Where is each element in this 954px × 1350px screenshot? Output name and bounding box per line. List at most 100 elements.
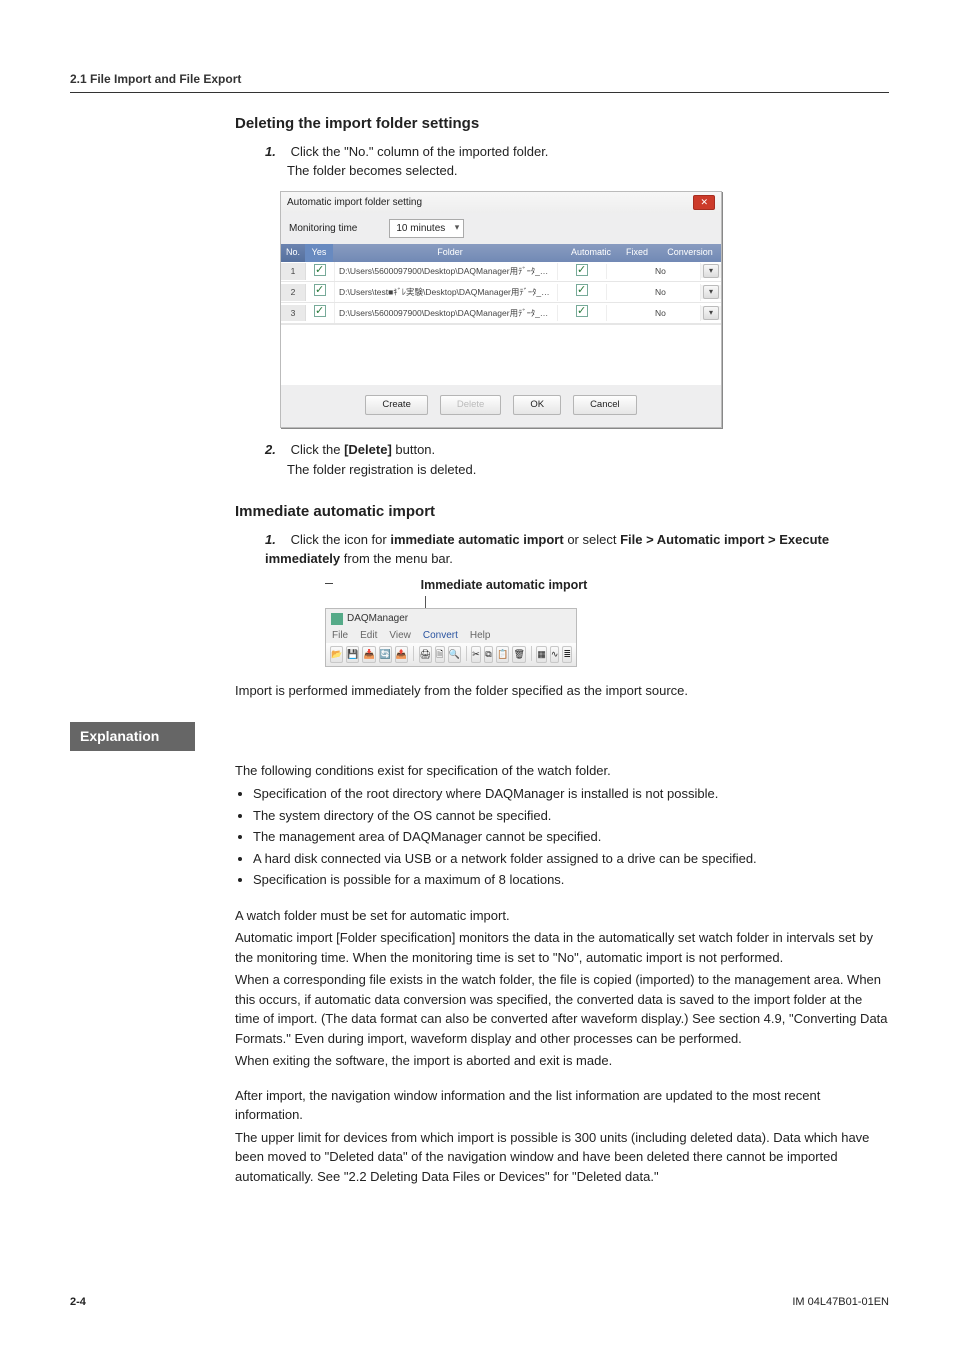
running-header: 2.1 File Import and File Export <box>70 70 889 93</box>
app-icon <box>331 613 343 625</box>
toolbar-icon-open[interactable]: 📂 <box>330 646 343 663</box>
dialog-title: Automatic import folder setting <box>287 195 422 210</box>
col-conversion: Conversion <box>659 244 721 262</box>
menu-edit[interactable]: Edit <box>360 628 377 643</box>
table-row[interactable]: 1 D:\Users\5600097900\Desktop\DAQManager用… <box>281 262 721 283</box>
step-number-1: 1. <box>265 142 287 162</box>
page-number: 2-4 <box>70 1294 86 1311</box>
toolbar-icon-wave[interactable]: ∿ <box>550 646 560 663</box>
step-2-sub: The folder registration is deleted. <box>287 460 889 480</box>
menu-help[interactable]: Help <box>470 628 491 643</box>
row-no[interactable]: 2 <box>281 284 306 301</box>
toolbar-separator-3 <box>531 646 532 661</box>
row-dropdown[interactable]: ▾ <box>701 306 721 320</box>
bullet-1: Specification of the root directory wher… <box>253 784 889 804</box>
step-number-2: 2. <box>265 440 287 460</box>
expl-p3: When a corresponding file exists in the … <box>235 970 889 1048</box>
table-row[interactable]: 2 D:\Users\test■ｷﾞﾚ実験\Desktop\DAQManager用… <box>281 282 721 303</box>
check-icon <box>576 305 588 317</box>
row-no[interactable]: 3 <box>281 305 306 322</box>
check-icon <box>576 264 588 276</box>
row-auto-checkbox[interactable] <box>558 305 607 321</box>
col-no: No. <box>281 244 305 262</box>
chevron-down-icon: ▾ <box>703 306 719 320</box>
toolbar-icon-paste[interactable]: 📋 <box>496 646 509 663</box>
bullet-5: Specification is possible for a maximum … <box>253 870 889 890</box>
monitoring-time-label: Monitoring time <box>289 221 357 236</box>
row-yes-checkbox[interactable] <box>306 262 335 282</box>
toolbar-icon-list[interactable]: ≣ <box>562 646 572 663</box>
row-yes-checkbox[interactable] <box>306 282 335 302</box>
import-folder-dialog: Automatic import folder setting ✕ Monito… <box>280 191 722 429</box>
imm-step-number: 1. <box>265 530 287 550</box>
ok-button[interactable]: OK <box>513 395 561 415</box>
expl-p4: When exiting the software, the import is… <box>235 1051 889 1071</box>
toolbar-icon-find[interactable]: 🔍 <box>448 646 461 663</box>
expl-intro: The following conditions exist for speci… <box>235 761 889 781</box>
toolbar-icon-immediate-import[interactable]: 🔄 <box>379 646 392 663</box>
imm-step-text: Click the icon for immediate automatic i… <box>265 532 829 567</box>
toolbar-icon-preview[interactable]: 🗎 <box>435 646 444 663</box>
toolbar-icon-delete[interactable]: 🗑 <box>512 646 525 663</box>
row-conversion: No <box>652 263 701 280</box>
row-yes-checkbox[interactable] <box>306 303 335 323</box>
create-button[interactable]: Create <box>365 395 428 415</box>
toolbar-icon-save[interactable]: 💾 <box>346 646 359 663</box>
expl-p2: Automatic import [Folder specification] … <box>235 928 889 967</box>
imm-t-a: Click the icon for <box>291 532 391 547</box>
delete-button[interactable]: Delete <box>440 395 501 415</box>
row-folder: D:\Users\test■ｷﾞﾚ実験\Desktop\DAQManager用ﾃ… <box>335 284 558 301</box>
bullet-3: The management area of DAQManager cannot… <box>253 827 889 847</box>
toolbar-icon-copy[interactable]: ⧉ <box>484 646 493 663</box>
toolbar-separator <box>413 646 414 661</box>
row-conversion: No <box>652 305 701 322</box>
heading-deleting: Deleting the import folder settings <box>235 113 889 136</box>
menu-view[interactable]: View <box>389 628 411 643</box>
row-folder: D:\Users\5600097900\Desktop\DAQManager用ﾃ… <box>335 263 558 280</box>
monitoring-time-select[interactable]: 10 minutes <box>389 219 464 238</box>
check-icon <box>314 305 326 317</box>
app-title: DAQManager <box>347 611 408 626</box>
imm-t-c: or select <box>564 532 620 547</box>
menu-file[interactable]: File <box>332 628 348 643</box>
imm-t-e: from the menu bar. <box>340 551 453 566</box>
check-icon <box>576 284 588 296</box>
toolbar-icon-import[interactable]: 📥 <box>362 646 375 663</box>
col-folder: Folder <box>333 244 567 262</box>
row-auto-checkbox[interactable] <box>558 264 607 280</box>
expl-p6: The upper limit for devices from which i… <box>235 1128 889 1187</box>
step-2-text-bold: [Delete] <box>344 442 392 457</box>
row-dropdown[interactable]: ▾ <box>701 264 721 278</box>
step-1-text: Click the "No." column of the imported f… <box>291 144 549 159</box>
row-dropdown[interactable]: ▾ <box>701 285 721 299</box>
menu-convert[interactable]: Convert <box>423 628 458 643</box>
toolbar-separator-2 <box>466 646 467 661</box>
row-conversion: No <box>652 284 701 301</box>
cancel-button[interactable]: Cancel <box>573 395 637 415</box>
toolbar-icon-export[interactable]: 📤 <box>395 646 408 663</box>
bullet-4: A hard disk connected via USB or a netwo… <box>253 849 889 869</box>
doc-id: IM 04L47B01-01EN <box>792 1294 889 1311</box>
col-automatic: Automatic <box>567 244 615 262</box>
callout-label: Immediate automatic import <box>421 576 588 595</box>
col-fixed: Fixed <box>615 244 659 262</box>
heading-immediate: Immediate automatic import <box>235 501 889 524</box>
expl-p5: After import, the navigation window info… <box>235 1086 889 1125</box>
row-auto-checkbox[interactable] <box>558 284 607 300</box>
toolbar-icon-cut[interactable]: ✂ <box>471 646 481 663</box>
check-icon <box>314 264 326 276</box>
toolbar-icon-grid[interactable]: ▦ <box>536 646 547 663</box>
row-no[interactable]: 1 <box>281 263 306 280</box>
imm-t-b: immediate automatic import <box>390 532 563 547</box>
chevron-down-icon: ▾ <box>703 264 719 278</box>
step-1-sub: The folder becomes selected. <box>287 161 889 181</box>
step-2-text: Click the [Delete] button. <box>291 442 436 457</box>
close-icon[interactable]: ✕ <box>693 195 715 211</box>
import-performed-line: Import is performed immediately from the… <box>235 681 889 701</box>
table-row[interactable]: 3D:\Users\5600097900\Desktop\DAQManager用… <box>281 303 721 324</box>
bullet-2: The system directory of the OS cannot be… <box>253 806 889 826</box>
step-2-text-b: button. <box>392 442 435 457</box>
explanation-label: Explanation <box>70 722 195 751</box>
toolbar-icon-print[interactable]: 🖨 <box>419 646 432 663</box>
step-2-text-a: Click the <box>291 442 344 457</box>
